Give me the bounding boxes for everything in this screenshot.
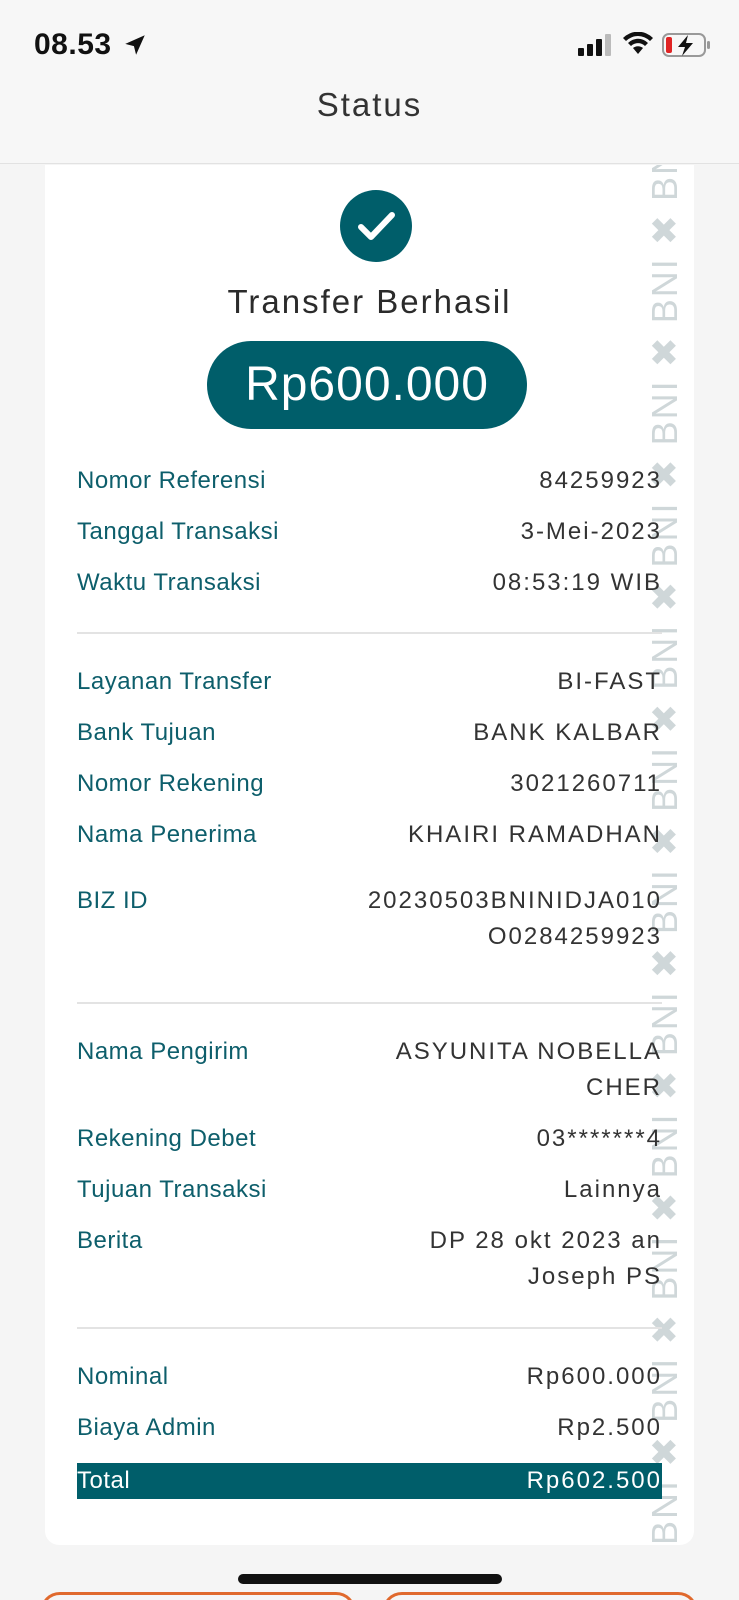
detail-value: 03*******4 [536, 1125, 662, 1152]
transfer-amount: Rp600.000 [207, 341, 527, 429]
detail-label: Berita [77, 1227, 143, 1254]
detail-value: 3-Mei-2023 [520, 518, 662, 545]
detail-label: Nomor Rekening [77, 770, 265, 797]
receipt-card: BNI ✖ BNI ✖ BNI ✖ BNI ✖ BNI ✖ BNI ✖ BNI … [45, 165, 694, 1545]
action-button-left[interactable] [40, 1592, 356, 1600]
detail-value: DP 28 okt 2023 an Joseph PS [429, 1227, 662, 1290]
success-check-icon [340, 190, 412, 262]
detail-value: BI-FAST [557, 668, 662, 695]
total-label: Total [77, 1467, 131, 1494]
detail-value: Rp2.500 [557, 1414, 662, 1441]
status-bar: 08.53 [0, 0, 739, 82]
success-title: Transfer Berhasil [227, 283, 512, 320]
detail-label: Nama Pengirim [77, 1038, 249, 1065]
detail-value: 84259923 [539, 467, 662, 494]
detail-label: Tujuan Transaksi [77, 1176, 267, 1203]
detail-label: Layanan Transfer [77, 668, 272, 695]
detail-value: BANK KALBAR [473, 719, 662, 746]
total-row: Total Rp602.500 [77, 1463, 662, 1499]
detail-label: Nama Penerima [77, 821, 257, 848]
detail-value: 08:53:19 WIB [492, 569, 662, 596]
action-button-right[interactable] [382, 1592, 698, 1600]
detail-value: KHAIRI RAMADHAN [407, 821, 662, 848]
detail-label: Nomor Referensi [77, 467, 266, 494]
detail-value: 20230503BNINIDJA010 O0284259923 [367, 887, 662, 950]
section-divider [77, 1002, 662, 1004]
home-indicator[interactable] [238, 1574, 502, 1584]
detail-value: Lainnya [563, 1176, 662, 1203]
total-value: Rp602.500 [526, 1467, 662, 1494]
cellular-signal-icon [578, 34, 611, 56]
detail-label: Rekening Debet [77, 1125, 257, 1152]
detail-value: Rp600.000 [526, 1363, 662, 1390]
detail-label: Waktu Transaksi [77, 569, 261, 596]
detail-value: 3021260711 [510, 770, 662, 797]
bni-watermark: BNI ✖ BNI ✖ BNI ✖ BNI ✖ BNI ✖ BNI ✖ BNI … [644, 165, 685, 1545]
detail-label: Tanggal Transaksi [77, 518, 279, 545]
svg-text:BNI ✖ BNI ✖ BNI ✖ BNI ✖ BNI ✖: BNI ✖ BNI ✖ BNI ✖ BNI ✖ BNI ✖ BNI ✖ BNI … [644, 165, 685, 1545]
detail-label: BIZ ID [77, 887, 149, 914]
location-arrow-icon [125, 35, 145, 55]
section-divider [77, 1327, 662, 1329]
nav-header: Status [0, 82, 739, 164]
wifi-icon [623, 32, 653, 54]
detail-label: Bank Tujuan [77, 719, 216, 746]
detail-label: Biaya Admin [77, 1414, 216, 1441]
detail-value: ASYUNITA NOBELLA CHER [395, 1038, 662, 1101]
page-title: Status [316, 86, 423, 123]
detail-label: Nominal [77, 1363, 169, 1390]
section-divider [77, 632, 662, 634]
battery-charging-icon [662, 33, 710, 57]
clock: 08.53 [34, 28, 112, 61]
